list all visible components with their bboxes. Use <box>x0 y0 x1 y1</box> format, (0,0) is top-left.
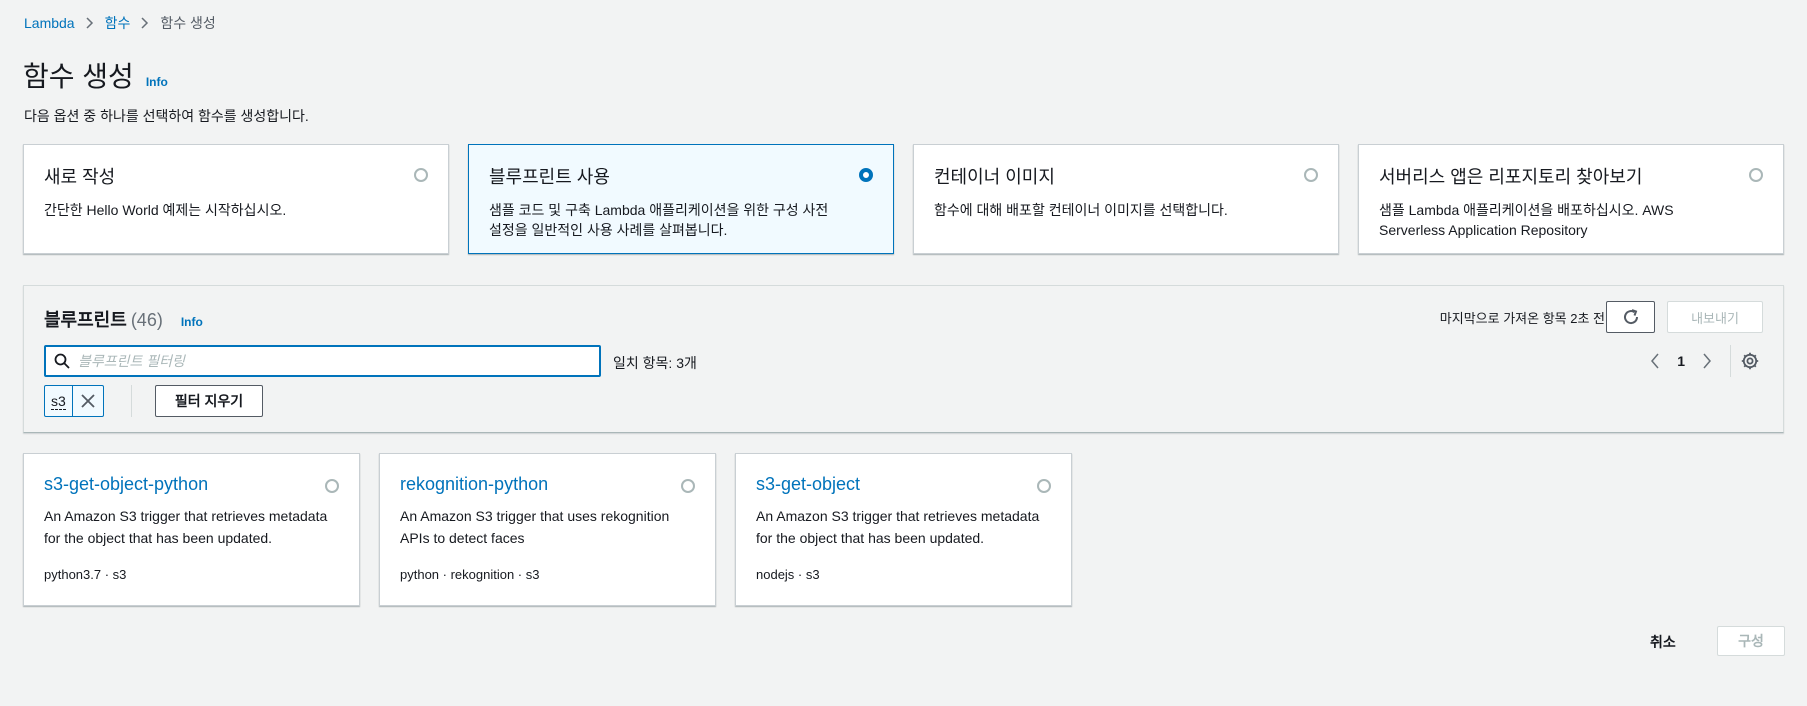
gear-icon[interactable] <box>1741 352 1759 370</box>
option-description: 함수에 대해 배포할 컨테이너 이미지를 선택합니다. <box>934 202 1228 218</box>
divider <box>131 385 132 417</box>
blueprint-filter-input[interactable] <box>78 353 578 369</box>
blueprint-name[interactable]: rekognition-python <box>400 474 695 495</box>
option-container-image[interactable]: 컨테이너 이미지 함수에 대해 배포할 컨테이너 이미지를 선택합니다. <box>913 144 1339 254</box>
option-radio-selected[interactable] <box>859 168 873 182</box>
blueprints-heading: 블루프린트 (46) Info <box>44 306 203 332</box>
blueprint-card[interactable]: s3-get-object An Amazon S3 trigger that … <box>735 453 1072 606</box>
current-page[interactable]: 1 <box>1677 353 1685 369</box>
option-radio[interactable] <box>414 168 428 182</box>
last-fetched-text: 마지막으로 가져온 항목 2초 전 <box>1439 311 1605 326</box>
refresh-icon <box>1623 309 1638 325</box>
blueprint-tags: nodejs · s3 <box>756 567 820 582</box>
option-radio[interactable] <box>1304 168 1318 182</box>
breadcrumb: Lambda 함수 함수 생성 <box>24 13 216 33</box>
chevron-left-icon[interactable] <box>1645 353 1665 369</box>
title-info-link[interactable]: Info <box>146 75 168 89</box>
blueprint-radio[interactable] <box>1037 479 1051 493</box>
filter-token: s3 <box>44 385 104 417</box>
option-title: 새로 작성 <box>44 167 116 187</box>
divider <box>1730 345 1731 377</box>
page-header: 함수 생성 Info <box>23 55 168 95</box>
creation-options: 새로 작성 간단한 Hello World 예제는 시작하십시오. 블루프린트 … <box>23 144 1784 254</box>
blueprint-card[interactable]: s3-get-object-python An Amazon S3 trigge… <box>23 453 360 606</box>
chevron-right-icon <box>141 17 149 29</box>
breadcrumb-functions[interactable]: 함수 <box>105 13 131 33</box>
option-title: 서버리스 앱은 리포지토리 찾아보기 <box>1379 167 1643 187</box>
blueprints-count: (46) <box>130 310 163 330</box>
blueprint-card[interactable]: rekognition-python An Amazon S3 trigger … <box>379 453 716 606</box>
option-description: 간단한 Hello World 예제는 시작하십시오. <box>44 202 287 218</box>
blueprints-panel: 블루프린트 (46) Info 마지막으로 가져온 항목 2초 전 내보내기 일… <box>23 285 1784 433</box>
breadcrumb-lambda[interactable]: Lambda <box>24 15 75 31</box>
blueprint-radio[interactable] <box>325 479 339 493</box>
blueprint-tags: python · rekognition · s3 <box>400 567 540 582</box>
breadcrumb-current: 함수 생성 <box>160 15 216 31</box>
blueprints-info-link[interactable]: Info <box>181 315 203 329</box>
option-author-from-scratch[interactable]: 새로 작성 간단한 Hello World 예제는 시작하십시오. <box>23 144 449 254</box>
filter-token-label[interactable]: s3 <box>45 386 73 416</box>
option-title: 컨테이너 이미지 <box>934 167 1055 187</box>
page-title: 함수 생성 <box>23 61 134 92</box>
page-description: 다음 옵션 중 하나를 선택하여 함수를 생성합니다. <box>24 108 309 124</box>
option-serverless-repo[interactable]: 서버리스 앱은 리포지토리 찾아보기 샘플 Lambda 애플리케이션을 배포하… <box>1358 144 1784 254</box>
blueprint-description: An Amazon S3 trigger that retrieves meta… <box>756 508 1040 546</box>
blueprint-radio[interactable] <box>681 479 695 493</box>
configure-button[interactable]: 구성 <box>1717 626 1785 656</box>
chevron-right-icon[interactable] <box>1697 353 1717 369</box>
clear-filters-button[interactable]: 필터 지우기 <box>155 385 263 417</box>
blueprint-filter[interactable] <box>44 345 601 377</box>
filter-token-text: s3 <box>51 392 66 410</box>
blueprint-name[interactable]: s3-get-object <box>756 474 1051 495</box>
option-radio[interactable] <box>1749 168 1763 182</box>
chevron-right-icon <box>86 17 94 29</box>
search-icon <box>54 353 70 369</box>
option-description: 샘플 Lambda 애플리케이션을 배포하십시오. AWS Serverless… <box>1379 202 1674 238</box>
option-description: 샘플 코드 및 구축 Lambda 애플리케이션을 위한 구성 사전 설정을 일… <box>489 202 829 238</box>
export-button[interactable]: 내보내기 <box>1667 301 1763 333</box>
blueprint-description: An Amazon S3 trigger that retrieves meta… <box>44 508 328 546</box>
match-count: 일치 항목: 3개 <box>613 355 697 371</box>
cancel-button[interactable]: 취소 <box>1650 632 1676 652</box>
blueprints-title: 블루프린트 <box>44 310 127 330</box>
refresh-button[interactable] <box>1606 301 1655 333</box>
pagination: 1 <box>1645 348 1717 374</box>
blueprint-tags: python3.7 · s3 <box>44 567 127 582</box>
option-title: 블루프린트 사용 <box>489 167 610 187</box>
blueprint-name[interactable]: s3-get-object-python <box>44 474 339 495</box>
close-icon[interactable] <box>73 386 103 416</box>
option-use-blueprint[interactable]: 블루프린트 사용 샘플 코드 및 구축 Lambda 애플리케이션을 위한 구성… <box>468 144 894 254</box>
blueprint-description: An Amazon S3 trigger that uses rekogniti… <box>400 508 670 546</box>
